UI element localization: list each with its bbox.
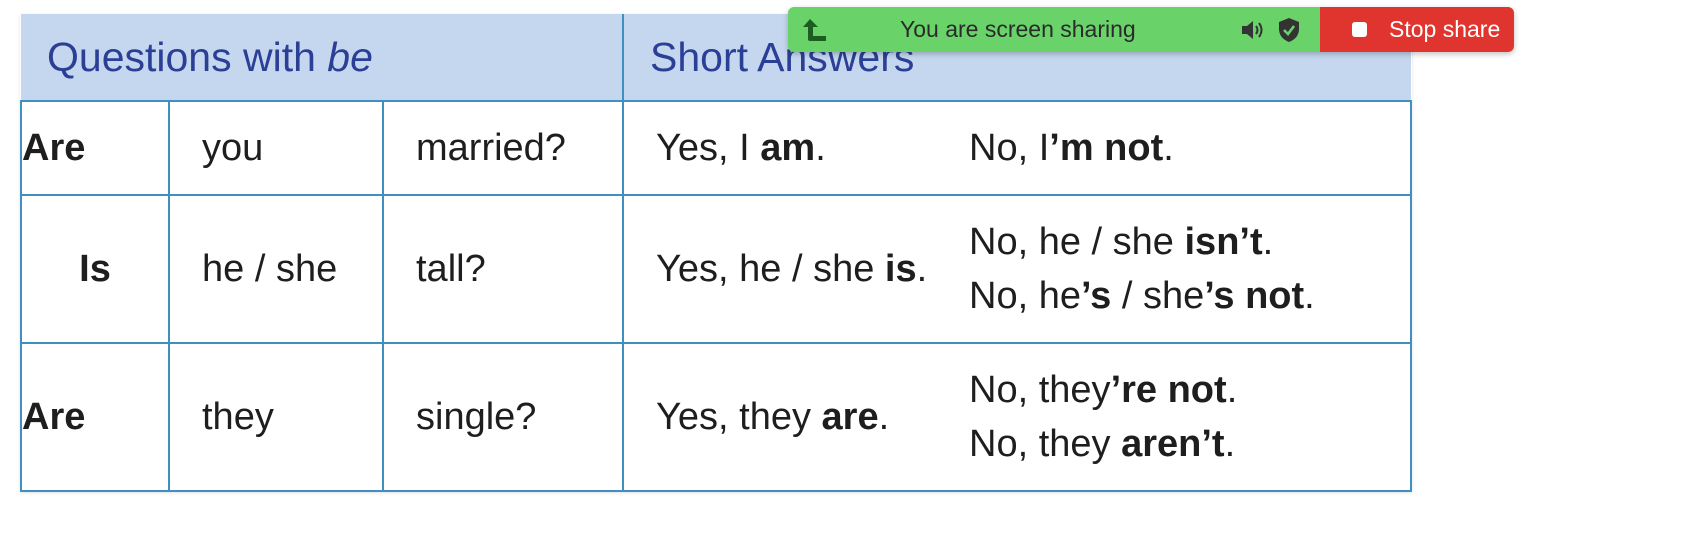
no-bold: ’re not	[1110, 369, 1227, 411]
share-status-text: You are screen sharing	[900, 16, 1136, 42]
grammar-table: Questions with be Short Answers Are you …	[20, 14, 1413, 492]
screen-share-bar: You are screen sharing Stop share	[788, 7, 1514, 52]
complement-cell: single?	[381, 342, 624, 492]
speaker-icon[interactable]	[1240, 18, 1266, 47]
table-row: Are they single? Yes, they are. No, they…	[20, 342, 1413, 492]
no-pre: No, they	[969, 369, 1111, 411]
no-post: .	[1224, 423, 1236, 465]
no-answer-line: No, I’m not.	[969, 121, 1410, 175]
no-post: .	[1304, 275, 1315, 317]
no-bold: ’m not	[1049, 127, 1164, 169]
no-answer-line: No, he’s / she’s not.	[969, 269, 1410, 323]
yes-bold: am	[760, 126, 816, 169]
no-bold: ’s	[1081, 275, 1112, 317]
stop-share-button[interactable]: Stop share	[1320, 7, 1514, 52]
verb-cell: Are	[20, 342, 169, 492]
no-answer-line: No, they aren’t.	[969, 417, 1410, 471]
no-bold: aren’t	[1121, 423, 1225, 465]
no-answer-cell: No, they’re not. No, they aren’t.	[959, 342, 1413, 492]
table-row: Are you married? Yes, I am. No, I’m not.	[20, 100, 1413, 196]
subject-cell: they	[168, 342, 383, 492]
no-post: .	[1226, 369, 1238, 411]
no-pre: No, he	[969, 275, 1081, 317]
subject-cell: he / she	[168, 194, 383, 344]
yes-pre: Yes, I	[656, 126, 761, 169]
no-bold2: ’s not	[1204, 275, 1305, 317]
yes-answer-cell: Yes, I am.	[622, 100, 960, 196]
yes-bold: are	[821, 395, 879, 438]
share-status-area[interactable]: You are screen sharing	[788, 7, 1320, 52]
yes-pre: Yes, they	[656, 395, 822, 438]
subject-cell: you	[168, 100, 383, 196]
stop-share-label: Stop share	[1389, 16, 1501, 42]
no-answer-cell: No, I’m not.	[959, 100, 1413, 196]
complement-cell: married?	[381, 100, 624, 196]
questions-header-label: Questions with	[47, 33, 328, 80]
no-bold: isn’t	[1184, 221, 1263, 263]
yes-answer-cell: Yes, they are.	[622, 342, 960, 492]
questions-header-emph: be	[327, 33, 373, 80]
yes-post: .	[815, 126, 826, 169]
yes-post: .	[916, 247, 928, 290]
no-pre: No, he / she	[969, 221, 1185, 263]
yes-pre: Yes, he / she	[656, 247, 885, 290]
no-answer-cell: No, he / she isn’t. No, he’s / she’s not…	[959, 194, 1413, 344]
complement-cell: tall?	[381, 194, 624, 344]
shield-check-icon[interactable]	[1277, 17, 1301, 48]
questions-header: Questions with be	[21, 14, 625, 101]
no-answer-line: No, he / she isn’t.	[969, 215, 1410, 269]
no-post: .	[1163, 127, 1174, 169]
table-row: Is he / she tall? Yes, he / she is. No, …	[20, 194, 1413, 344]
yes-bold: is	[884, 247, 917, 290]
yes-answer-cell: Yes, he / she is.	[622, 194, 960, 344]
no-pre: No, they	[969, 423, 1122, 465]
no-post: .	[1262, 221, 1274, 263]
verb-cell: Are	[20, 100, 169, 196]
no-answer-line: No, they’re not.	[969, 363, 1410, 417]
arrow-icon[interactable]	[802, 17, 828, 48]
no-pre: No, I	[969, 127, 1050, 169]
stop-square-icon	[1352, 22, 1367, 37]
no-mid: / she	[1111, 275, 1205, 317]
verb-cell: Is	[20, 194, 169, 344]
yes-post: .	[878, 395, 890, 438]
